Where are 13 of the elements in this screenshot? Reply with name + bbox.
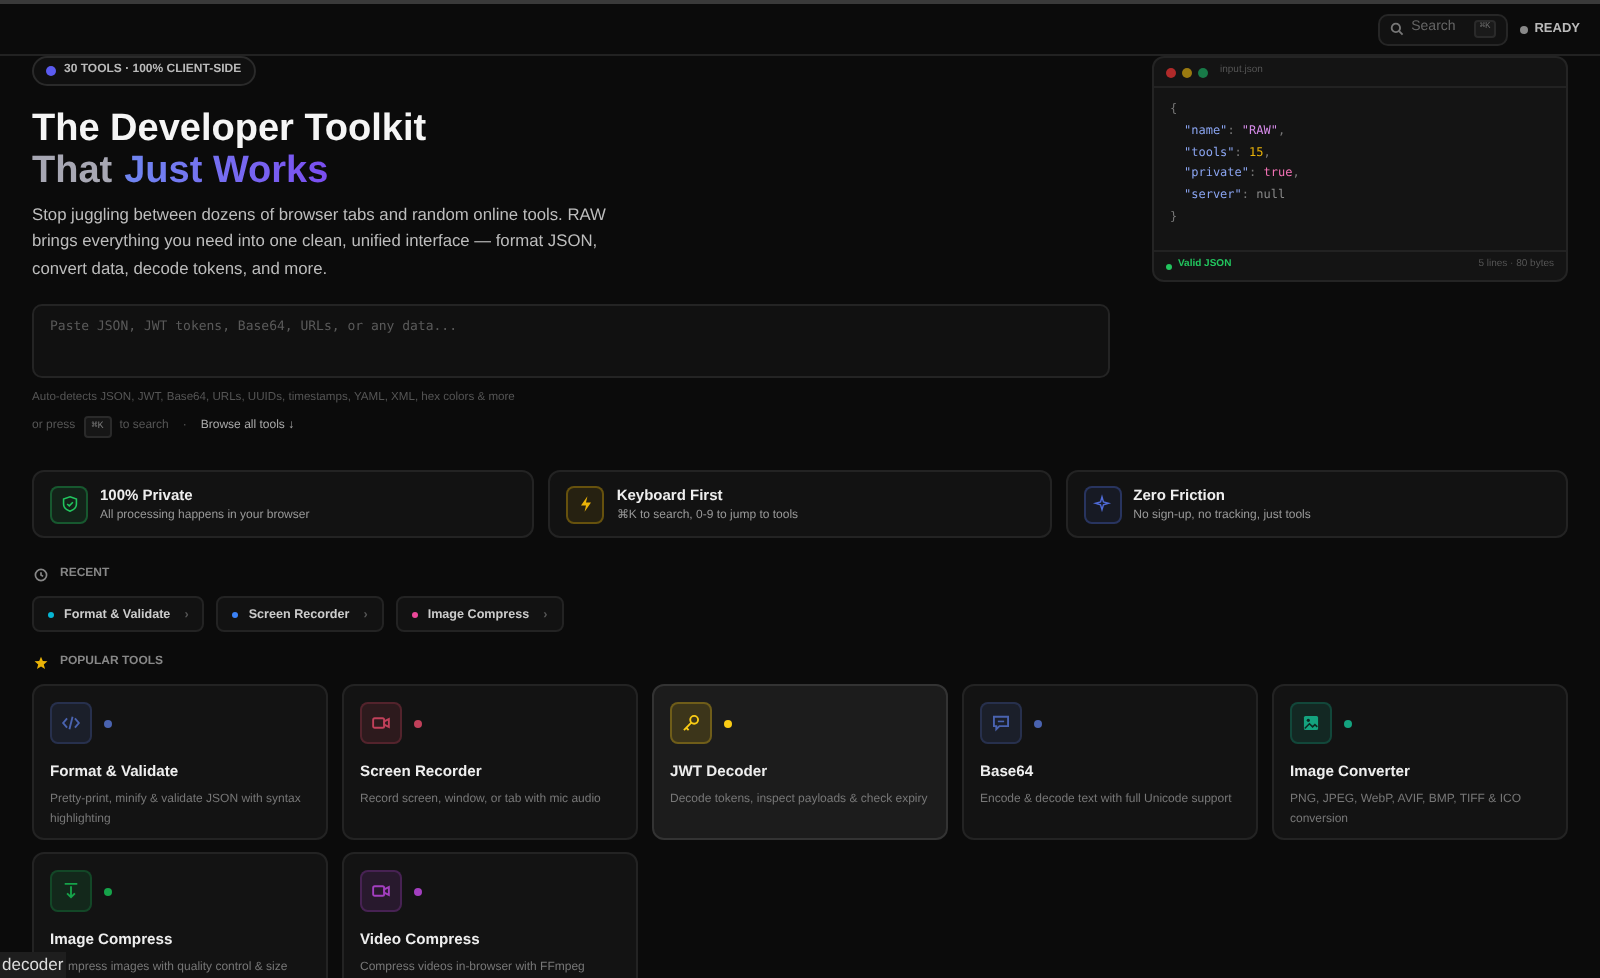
tooltip: decoder xyxy=(0,952,66,978)
key-icon xyxy=(670,702,712,745)
code-icon xyxy=(50,702,92,745)
video-camera-icon xyxy=(360,702,402,745)
video-camera-icon xyxy=(360,870,402,913)
image-icon xyxy=(1290,702,1332,745)
chat-bubble-icon xyxy=(980,702,1022,745)
hero-title: That xyxy=(32,150,113,192)
star-icon xyxy=(34,656,48,671)
search-icon xyxy=(1389,22,1404,36)
hero-title: The Developer Toolkit xyxy=(32,108,429,150)
hero-description: Stop juggling between dozens of browser tabs and random online tools. RAW brings everything you need into one clean, unified interface — format JSON, convert data, decode tokens, and more. xyxy=(32,202,608,282)
clock-icon xyxy=(34,568,48,583)
